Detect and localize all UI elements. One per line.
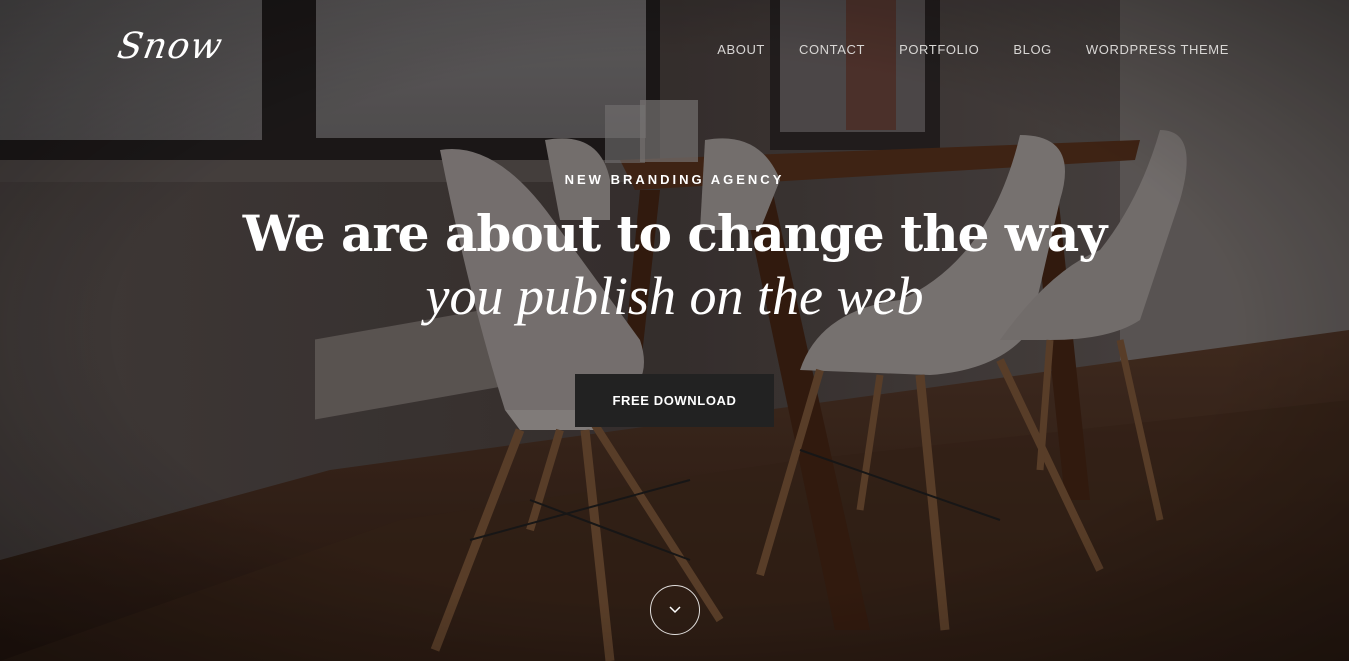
hero-overlay [0,0,1349,661]
main-navigation: ABOUT CONTACT PORTFOLIO BLOG WORDPRESS T… [683,42,1229,57]
nav-item-portfolio[interactable]: PORTFOLIO [899,42,979,57]
chevron-down-icon [669,606,681,614]
nav-item-blog[interactable]: BLOG [1013,42,1052,57]
hero-eyebrow: NEW BRANDING AGENCY [564,172,785,187]
free-download-button[interactable]: FREE DOWNLOAD [575,374,774,427]
hero-subheadline: you publish on the web [425,266,924,326]
nav-item-about[interactable]: ABOUT [717,42,765,57]
nav-item-wordpress-theme[interactable]: WORDPRESS THEME [1086,42,1229,57]
hero-headline: We are about to change the way [242,204,1108,263]
scroll-down-button[interactable] [650,585,700,635]
site-logo[interactable]: Snow [114,26,226,67]
nav-item-contact[interactable]: CONTACT [799,42,865,57]
hero-section: Snow ABOUT CONTACT PORTFOLIO BLOG WORDPR… [0,0,1349,661]
